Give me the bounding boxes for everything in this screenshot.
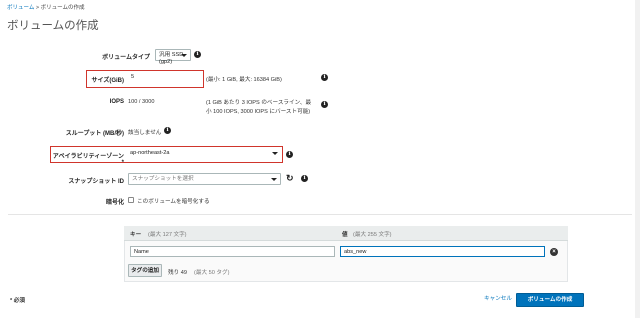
tags-max-note: (最大 50 タグ) [194,270,230,276]
iops-hint-line2: 小 100 IOPS, 3000 IOPS にバースト可能) [206,109,311,115]
remove-tag-icon[interactable]: × [550,248,558,256]
breadcrumb-current: ボリュームの作成 [40,5,85,11]
encryption-checkbox-label: このボリュームを暗号化する [137,199,210,205]
snapshot-select[interactable]: スナップショットを選択 [128,173,281,185]
info-icon[interactable]: i [301,175,308,182]
tags-remaining: 残り 49 [168,270,187,276]
info-icon[interactable]: i [321,74,328,81]
tag-value-header: 値 [342,232,348,238]
create-volume-button[interactable]: ボリュームの作成 [516,293,584,307]
page-title: ボリュームの作成 [7,20,99,32]
chevron-down-icon [272,152,278,155]
create-volume-page: ボリューム > ボリュームの作成 ボリュームの作成 ボリュームタイプ 汎用 SS… [0,0,640,318]
scrollbar[interactable] [635,0,640,318]
snapshot-label: スナップショット ID [68,179,124,185]
iops-hint-line1: (1 GiB あたり 3 IOPS のベースライン、最 [206,100,312,106]
info-icon[interactable]: i [164,127,171,134]
chevron-down-icon [181,54,187,57]
volume-type-select[interactable]: 汎用 SSD (gp2) [155,49,191,65]
info-icon[interactable]: i [194,51,201,58]
iops-label: IOPS [109,99,124,105]
throughput-label: スループット (MB/秒) [65,131,124,137]
add-tag-button[interactable]: タグの追加 [128,264,162,277]
tag-key-input[interactable]: Name [130,246,335,257]
chevron-down-icon [271,178,277,181]
tag-key-limit: (最大 127 文字) [148,232,187,238]
volume-type-value: 汎用 SSD (gp2) [159,52,184,65]
throughput-value: 該当しません [128,130,162,136]
section-divider [8,214,632,215]
tag-value-input[interactable]: abs_new [340,246,545,257]
az-value: ap-northeast-2a [130,150,170,156]
az-select[interactable]: ap-northeast-2a [127,148,281,161]
required-note: * 必須 [10,298,25,304]
iops-value: 100 / 3000 [128,99,155,105]
breadcrumb: ボリューム > ボリュームの作成 [7,3,84,11]
snapshot-placeholder: スナップショットを選択 [132,176,194,182]
az-label: アベイラビリティーゾーン* [52,154,124,166]
volume-type-label: ボリュームタイプ [102,55,150,61]
breadcrumb-volumes-link[interactable]: ボリューム [7,5,34,11]
cancel-button[interactable]: キャンセル [478,293,518,306]
size-hint: (最小: 1 GiB, 最大: 16384 GiB) [206,77,282,83]
encryption-checkbox[interactable] [128,197,134,203]
info-icon[interactable]: i [286,151,293,158]
encryption-label: 暗号化 [105,200,124,206]
tag-value-limit: (最大 255 文字) [353,232,392,238]
tag-key-header: キー [130,232,142,238]
size-label: サイズ(GiB) [91,78,124,84]
info-icon[interactable]: i [321,101,328,108]
refresh-icon[interactable]: ↻ [286,174,294,183]
size-input[interactable]: 5 [128,72,202,85]
